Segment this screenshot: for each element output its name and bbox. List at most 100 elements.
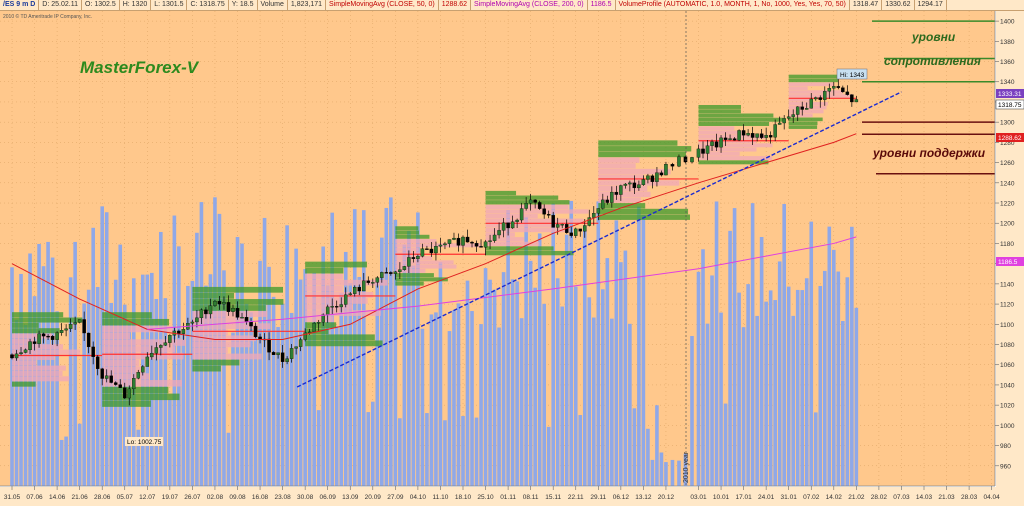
candle-up: [610, 191, 614, 203]
profile-row: [305, 340, 383, 347]
profile-row: [192, 299, 284, 305]
candle-up: [68, 324, 73, 329]
candle-down: [470, 241, 474, 244]
candle-down: [800, 106, 804, 110]
candle-up: [596, 208, 601, 214]
time-tick-label: 07.03: [893, 494, 910, 501]
close-label: C: 1318.75: [187, 0, 229, 10]
volume-bar: [447, 331, 452, 486]
time-tick-label: 04.10: [410, 494, 427, 501]
candle-up: [786, 116, 791, 119]
candle-down: [226, 302, 231, 312]
candle-up: [696, 148, 701, 158]
profile-row: [698, 156, 773, 161]
candle-up: [64, 328, 68, 331]
volume-bar: [813, 412, 818, 486]
volume-bar: [519, 318, 524, 486]
price-tag-purple-text: 1333.31: [998, 91, 1022, 98]
volume-bar: [732, 208, 737, 486]
candle-up: [777, 122, 782, 125]
candle-up: [28, 341, 32, 351]
candle-down: [86, 332, 91, 348]
candle-down: [836, 86, 841, 88]
candle-down: [100, 368, 104, 379]
candle-up: [719, 137, 723, 148]
volume-bar: [791, 315, 796, 486]
time-tick-label: 25.10: [477, 494, 494, 501]
candle-down: [91, 346, 95, 358]
candle-up: [37, 333, 41, 344]
volume-bar: [168, 399, 172, 486]
volume-bar: [294, 248, 298, 486]
volume-bar: [95, 286, 100, 486]
candle-up: [190, 321, 195, 324]
profile-row: [305, 322, 337, 329]
profile-row: [395, 234, 430, 239]
candle-up: [362, 280, 366, 292]
profile-row: [192, 311, 268, 317]
candle-up: [677, 156, 681, 167]
profile-row: [485, 190, 517, 196]
time-tick-label: 11.10: [433, 494, 449, 501]
time-tick-label: 14.06: [49, 494, 66, 501]
volume-bar: [59, 439, 64, 486]
volume-bar: [809, 221, 814, 486]
price-tick-label: 1380: [1000, 39, 1015, 46]
volume-bar: [822, 270, 827, 486]
candle-up: [664, 164, 668, 176]
candle-down: [334, 306, 339, 308]
profile-row: [788, 86, 808, 90]
symbol-label[interactable]: /ES 9 m D: [0, 0, 40, 10]
candle-down: [546, 214, 551, 216]
candle-up: [398, 269, 402, 272]
candle-down: [845, 91, 850, 95]
candle-down: [850, 94, 854, 103]
profile-row: [12, 322, 39, 328]
volume-profile-value-1: 1318.47: [850, 0, 883, 10]
price-tag-red-text: 1288.62: [998, 135, 1022, 142]
candle-up: [343, 294, 348, 305]
volume-bar: [73, 241, 77, 486]
candle-up: [601, 199, 605, 209]
volume-bar: [64, 436, 68, 486]
price-chart[interactable]: 2010 © TD Ameritrade IP Company, Inc. Ma…: [0, 11, 1024, 506]
profile-row: [12, 312, 64, 318]
volume-bar: [741, 327, 746, 486]
volume-label: Volume: [258, 0, 288, 10]
profile-row: [12, 365, 66, 371]
profile-row: [192, 335, 256, 342]
volume-bar: [537, 233, 542, 486]
time-tick-label: 20.09: [365, 494, 382, 501]
volume-bar: [728, 230, 732, 486]
profile-row: [102, 400, 151, 407]
volume-bar: [37, 243, 41, 486]
candle-down: [10, 354, 14, 359]
price-tick-label: 1100: [1000, 322, 1014, 329]
profile-row: [698, 117, 784, 122]
price-tag-magenta-text: 1186.5: [998, 259, 1018, 266]
volume-profile-label[interactable]: VolumeProfile (AUTOMATIC, 1.0, MONTH, 1,…: [616, 0, 850, 10]
profile-row: [698, 104, 741, 109]
candle-down: [118, 384, 122, 388]
candle-down: [659, 172, 664, 176]
sma50-label[interactable]: SimpleMovingAvg (CLOSE, 50, 0): [326, 0, 439, 10]
candle-down: [425, 248, 429, 250]
candle-up: [795, 106, 800, 115]
sma200-label[interactable]: SimpleMovingAvg (CLOSE, 200, 0): [471, 0, 588, 10]
candle-down: [768, 135, 773, 138]
candle-down: [650, 175, 655, 182]
candle-down: [750, 133, 755, 138]
time-tick-label: 28.02: [871, 494, 888, 501]
volume-bar: [258, 260, 262, 486]
volume-bar: [705, 323, 710, 486]
candle-up: [294, 346, 298, 349]
volume-bar: [524, 216, 528, 486]
volume-bar: [773, 300, 777, 486]
price-tick-label: 1360: [1000, 59, 1015, 66]
volume-bar: [836, 271, 841, 486]
candle-up: [641, 179, 646, 185]
volume-bar: [646, 428, 650, 486]
profile-row: [305, 279, 388, 286]
volume-bar: [483, 268, 488, 486]
profile-row: [698, 130, 743, 135]
